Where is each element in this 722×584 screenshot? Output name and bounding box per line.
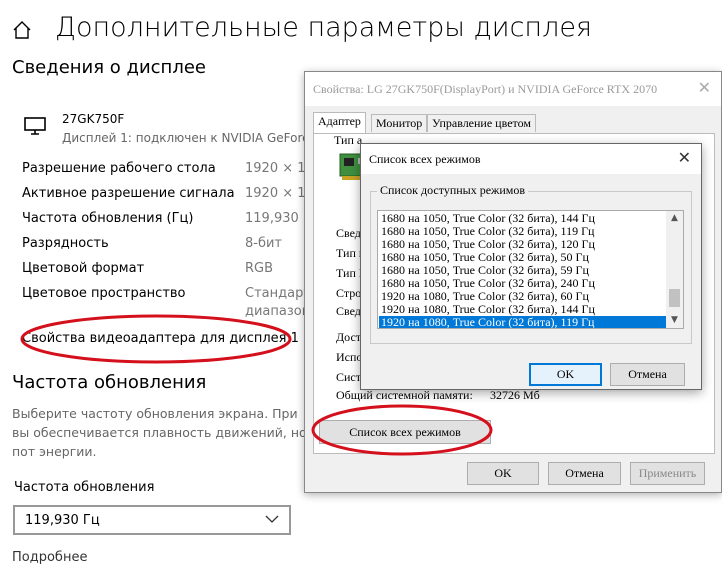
refresh-rate-dropdown[interactable]: 119,930 Гц <box>13 505 291 535</box>
properties-dialog-title: Свойства: LG 27GK750F(DisplayPort) и NVI… <box>313 82 658 96</box>
refresh-rate-label: Частота обновления <box>14 480 155 495</box>
info-label-color-format: Цветовой формат <box>22 261 145 276</box>
tab-color-management[interactable]: Управление цветом <box>427 114 536 132</box>
monitor-name: 27GK750F <box>62 112 125 126</box>
available-modes-group: Список доступных режимов 1680 на 1050, T… <box>370 183 692 344</box>
refresh-rate-dropdown-value: 119,930 Гц <box>25 513 100 528</box>
close-icon[interactable]: ✕ <box>678 148 691 167</box>
modes-dialog-title: Список всех режимов <box>369 152 481 166</box>
field-info-label: Свед <box>336 226 361 240</box>
scroll-thumb[interactable] <box>669 289 680 307</box>
info-label-color-space: Цветовое пространство <box>22 286 186 301</box>
info-label-desktop-resolution: Разрешение рабочего стола <box>22 161 216 176</box>
info-label-bit-depth: Разрядность <box>22 236 109 251</box>
apply-button[interactable]: Применить <box>630 462 705 485</box>
scroll-up-icon[interactable]: ▲ <box>666 211 683 226</box>
modes-listbox[interactable]: 1680 на 1050, True Color (32 бита), 144 … <box>377 210 684 329</box>
list-item[interactable]: 1920 на 1080, True Color (32 бита), 119 … <box>379 316 666 328</box>
close-icon[interactable]: ✕ <box>698 78 711 97</box>
section-heading-display-info: Сведения о дисплее <box>12 57 206 78</box>
info-value-color-format: RGB <box>245 261 274 276</box>
scroll-down-icon[interactable]: ▼ <box>666 313 683 328</box>
section-heading-refresh-rate: Частота обновления <box>12 372 207 393</box>
list-all-modes-dialog: Список всех режимов ✕ Список доступных р… <box>360 143 702 390</box>
field-available-memory-label: Дост <box>336 330 362 344</box>
list-all-modes-button[interactable]: Список всех режимов <box>319 420 491 444</box>
info-value-bit-depth: 8-бит <box>245 236 283 251</box>
field-bios-string-label: Стро <box>336 286 362 300</box>
field-shared-memory-label: Общий системной памяти: <box>336 388 473 402</box>
info-value-color-space: Стандарт <box>245 286 311 301</box>
monitor-icon <box>24 116 46 136</box>
cancel-button[interactable]: Отмена <box>548 462 621 485</box>
tab-adapter[interactable]: Адаптер <box>313 112 366 133</box>
adapter-properties-link[interactable]: Свойства видеоадаптера для дисплея 1 <box>22 331 299 346</box>
properties-titlebar: Свойства: LG 27GK750F(DisplayPort) и NVI… <box>305 72 721 106</box>
chevron-down-icon <box>265 513 279 527</box>
info-value-color-space-line2: диапазон <box>245 304 311 319</box>
ok-button[interactable]: OK <box>467 462 539 485</box>
field-shared-memory-value: 32726 Мб <box>490 388 540 402</box>
field-bios-info-label: Свед <box>336 304 361 318</box>
modes-titlebar: Список всех режимов ✕ <box>361 144 701 174</box>
available-modes-label: Список доступных режимов <box>377 183 529 198</box>
refresh-rate-description: Выберите частоту обновления экрана. При … <box>12 406 307 459</box>
more-info-label: Подробнее <box>12 550 88 565</box>
page-title: Дополнительные параметры дисплея <box>55 12 592 43</box>
modes-scrollbar[interactable]: ▲ ▼ <box>666 211 683 328</box>
modes-cancel-button[interactable]: Отмена <box>610 363 685 386</box>
monitor-connection-text: Дисплей 1: подключен к NVIDIA GeForce <box>62 131 317 145</box>
tab-monitor[interactable]: Монитор <box>371 114 428 132</box>
modes-ok-button[interactable]: OK <box>529 363 602 386</box>
info-label-refresh-rate: Частота обновления (Гц) <box>22 211 194 226</box>
field-adapter-type-label: Тип а <box>334 133 363 147</box>
info-label-active-signal-resolution: Активное разрешение сигнала <box>22 186 235 201</box>
home-icon[interactable] <box>12 20 32 40</box>
